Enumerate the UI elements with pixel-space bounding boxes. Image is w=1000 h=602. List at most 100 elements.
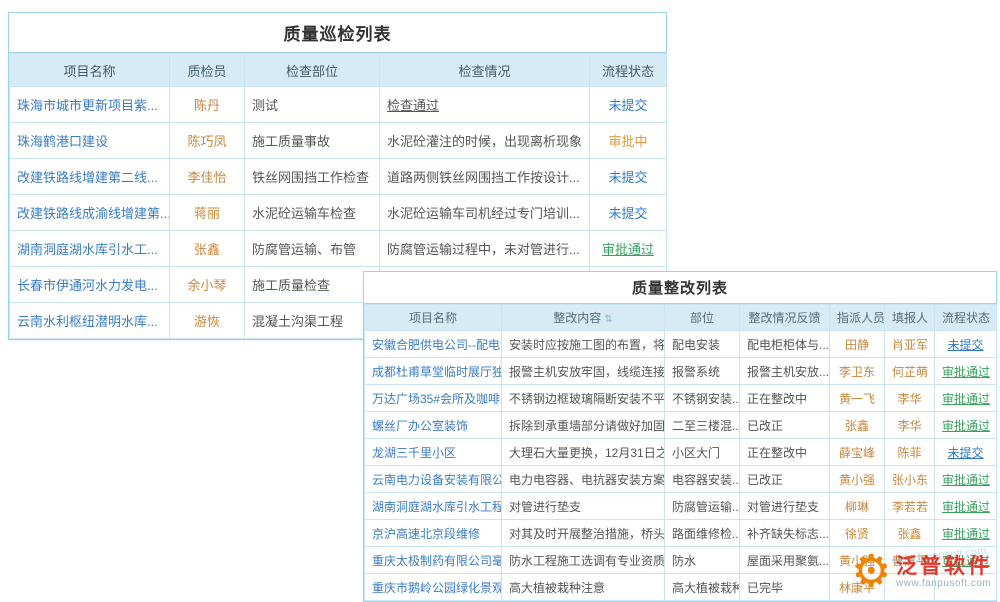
cell-reporter: 肖亚军 [885,331,935,358]
table-row[interactable]: 京沪高速北京段维修对其及时开展整治措施，桥头...路面维修检...补齐缺失标志.… [365,520,997,547]
cell-status[interactable]: 审批通过 [935,466,997,493]
col-header-reporter[interactable]: 填报人 [885,305,935,331]
col-header-label: 项目名称 [63,64,115,79]
cell-status[interactable]: 未提交 [935,439,997,466]
cell-assignee: 徐贤 [830,520,885,547]
cell-status[interactable]: 未提交 [935,331,997,358]
cell-project[interactable]: 龙湖三千里小区 [365,439,502,466]
cell-feedback: 配电柜柜体与... [740,331,830,358]
cell-project[interactable]: 万达广场35#会所及咖啡厅空... [365,385,502,412]
cell-reporter: 陈菲 [885,439,935,466]
cell-feedback: 正在整改中 [740,439,830,466]
cell-project[interactable]: 长春市伊通河水力发电... [10,267,170,303]
table-row[interactable]: 珠海鹤港口建设陈巧凤施工质量事故水泥砼灌注的时候，出现离析现象审批中 [10,123,667,159]
cell-status[interactable]: 审批中 [590,123,667,159]
table-row[interactable]: 珠海市城市更新项目紫...陈丹测试检查通过未提交 [10,87,667,123]
cell-assignee: 薛宝峰 [830,439,885,466]
cell-part: 防腐管运输、布管 [245,231,380,267]
cell-project[interactable]: 云南电力设备安装有限公司20... [365,466,502,493]
cell-reporter: 张鑫 [885,520,935,547]
cell-status[interactable]: 审批通过 [935,493,997,520]
cell-status[interactable]: 未提交 [590,87,667,123]
cell-project[interactable]: 改建铁路线增建第二线... [10,159,170,195]
table-row[interactable]: 安徽合肥供电公司--配电设备...安装时应按施工图的布置，将...配电安装配电柜… [365,331,997,358]
cell-project[interactable]: 云南水利枢纽潜明水库... [10,303,170,339]
rectification-table-title: 质量整改列表 [364,272,996,304]
cell-project[interactable]: 螺丝厂办公室装饰 [365,412,502,439]
cell-status[interactable]: 审批通过 [935,385,997,412]
cell-content: 电力电容器、电抗器安装方案... [502,466,665,493]
cell-reporter: 李华 [885,412,935,439]
cell-part: 测试 [245,87,380,123]
table-row[interactable]: 改建铁路线成渝线增建第...蒋丽水泥砼运输车检查水泥砼运输车司机经过专门培训..… [10,195,667,231]
col-header-label: 项目名称 [409,311,457,325]
col-header-status[interactable]: 流程状态 [935,305,997,331]
table-row[interactable]: 万达广场35#会所及咖啡厅空...不锈钢边框玻璃隔断安装不平...不锈钢安装..… [365,385,997,412]
cell-part: 报警系统 [665,358,740,385]
cell-situation: 水泥砼灌注的时候，出现离析现象 [380,123,590,159]
cell-project[interactable]: 改建铁路线成渝线增建第... [10,195,170,231]
table-row[interactable]: 云南电力设备安装有限公司20...电力电容器、电抗器安装方案...电容器安装..… [365,466,997,493]
col-header-label: 指派人员 [837,311,885,325]
cell-part: 铁丝网围挡工作检查 [245,159,380,195]
cell-status[interactable]: 未提交 [590,159,667,195]
cell-project[interactable]: 湖南洞庭湖水库引水工程施工1标 [365,493,502,520]
inspection-table-title: 质量巡检列表 [9,13,666,53]
table-row[interactable]: 龙湖三千里小区大理石大量更换，12月31日之...小区大门正在整改中薛宝峰陈菲未… [365,439,997,466]
brand-url: www.fanpusoft.com [896,578,991,589]
cell-part: 高大植被栽种 [665,574,740,601]
cell-feedback: 已完毕 [740,574,830,601]
col-header-situation[interactable]: 检查情况 [380,54,590,87]
col-header-feedback[interactable]: 整改情况反馈 [740,305,830,331]
cell-project[interactable]: 珠海鹤港口建设 [10,123,170,159]
col-header-content[interactable]: 整改内容⇅ [502,305,665,331]
cell-project[interactable]: 湖南洞庭湖水库引水工... [10,231,170,267]
cell-project[interactable]: 成都杜甫草堂临时展厅独立展... [365,358,502,385]
cell-project[interactable]: 京沪高速北京段维修 [365,520,502,547]
col-header-part[interactable]: 部位 [665,305,740,331]
cell-feedback: 已改正 [740,466,830,493]
cell-reporter: 李若若 [885,493,935,520]
cell-project[interactable]: 重庆太极制药有限公司毫州中... [365,547,502,574]
cell-assignee: 田静 [830,331,885,358]
brand-watermark: ⚙ 泛普软件 www.fanpusoft.com [852,550,992,594]
table-row[interactable]: 改建铁路线增建第二线...李佳怡铁丝网围挡工作检查道路两侧铁丝网围挡工作按设计.… [10,159,667,195]
col-header-assignee[interactable]: 指派人员 [830,305,885,331]
col-header-status[interactable]: 流程状态 [590,54,667,87]
cell-project[interactable]: 重庆市鹅岭公园绿化景观提升... [365,574,502,601]
cell-part: 防腐管运输... [665,493,740,520]
cell-content: 对其及时开展整治措施，桥头... [502,520,665,547]
table-row[interactable]: 螺丝厂办公室装饰拆除到承重墙部分请做好加固...二至三楼混...已改正张鑫李华审… [365,412,997,439]
cell-status[interactable]: 审批通过 [935,520,997,547]
sort-icon[interactable]: ⇅ [604,314,612,325]
rectification-header-row: 项目名称 整改内容⇅部位整改情况反馈 指派人员填报人流程状态 [365,305,997,331]
col-header-project[interactable]: 项目名称 [10,54,170,87]
cell-situation: 水泥砼运输车司机经过专门培训... [380,195,590,231]
cell-status[interactable]: 审批通过 [935,358,997,385]
cell-content: 对管进行垫支 [502,493,665,520]
cell-status[interactable]: 审批通过 [935,412,997,439]
col-header-label: 检查情况 [458,64,510,79]
cell-assignee: 柳琳 [830,493,885,520]
cell-inspector: 陈丹 [170,87,245,123]
cell-project[interactable]: 安徽合肥供电公司--配电设备... [365,331,502,358]
col-header-project[interactable]: 项目名称 [365,305,502,331]
cell-content: 防水工程施工选调有专业资质... [502,547,665,574]
cell-content: 大理石大量更换，12月31日之... [502,439,665,466]
table-row[interactable]: 成都杜甫草堂临时展厅独立展...报警主机安放牢固，线缆连接...报警系统报警主机… [365,358,997,385]
col-header-label: 填报人 [892,311,928,325]
table-row[interactable]: 湖南洞庭湖水库引水工...张鑫防腐管运输、布管防腐管运输过程中，未对管进行...… [10,231,667,267]
cell-project[interactable]: 珠海市城市更新项目紫... [10,87,170,123]
cell-content: 拆除到承重墙部分请做好加固... [502,412,665,439]
table-row[interactable]: 湖南洞庭湖水库引水工程施工1标对管进行垫支防腐管运输...对管进行垫支柳琳李若若… [365,493,997,520]
col-header-part[interactable]: 检查部位 [245,54,380,87]
cell-status[interactable]: 未提交 [590,195,667,231]
cell-assignee: 张鑫 [830,412,885,439]
cell-status[interactable]: 审批通过 [590,231,667,267]
col-header-inspector[interactable]: 质检员 [170,54,245,87]
cell-content: 安装时应按施工图的布置，将... [502,331,665,358]
col-header-label: 整改情况反馈 [748,311,820,325]
cell-inspector: 游恢 [170,303,245,339]
cell-feedback: 报警主机安放... [740,358,830,385]
brand-name: 泛普软件 [896,555,992,578]
